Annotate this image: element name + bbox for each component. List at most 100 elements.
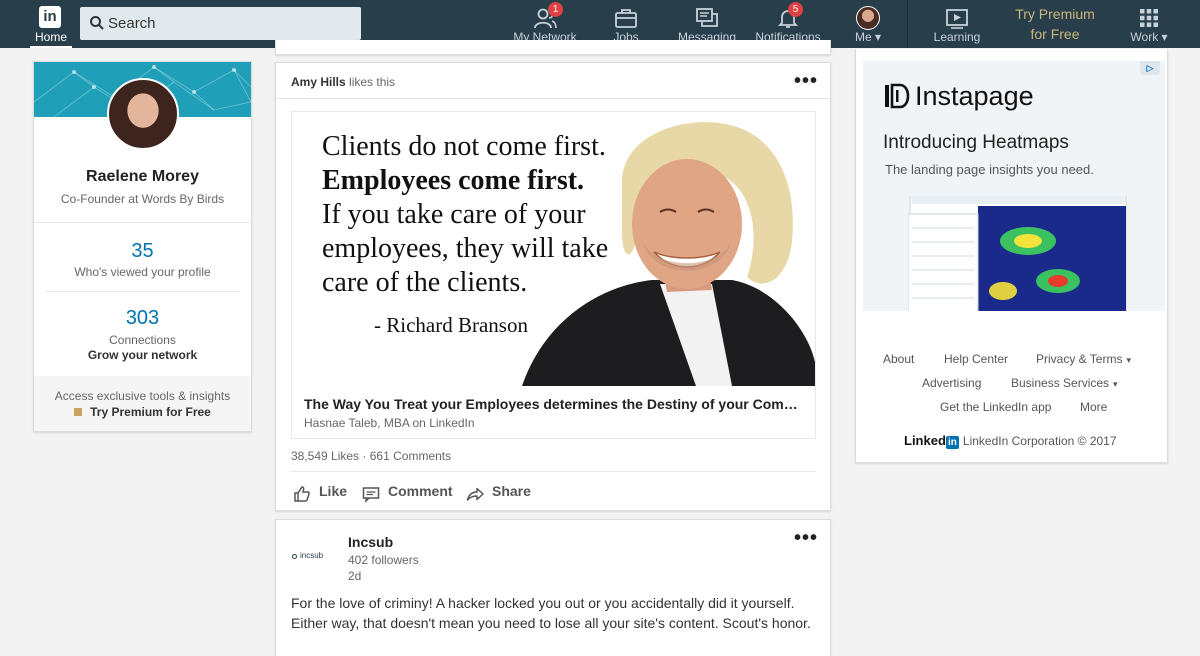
divider — [291, 471, 816, 472]
quote-line-5: care of the clients. — [322, 267, 528, 298]
footer-link-about[interactable]: About — [883, 352, 914, 366]
footer-link-privacy-terms-label: Privacy & Terms — [1036, 352, 1123, 366]
profile-name[interactable]: Raelene Morey — [34, 168, 251, 186]
quote-line-3: If you take care of your — [322, 199, 586, 230]
play-video-icon — [946, 9, 968, 29]
article-source: Hasnae Taleb, MBA on LinkedIn — [304, 416, 475, 430]
network-badge: 1 — [548, 2, 563, 17]
likes-count[interactable]: 38,549 Likes — [291, 449, 359, 463]
linkedin-wordmark: Linked — [904, 433, 946, 448]
image-quote: Clients do not come first. Employees com… — [322, 130, 652, 342]
sponsored-ad[interactable]: ▷ Instapage Introducing Heatmaps The lan… — [863, 61, 1165, 311]
social-context: Amy Hills likes this — [291, 75, 395, 89]
comments-count[interactable]: 661 Comments — [370, 449, 451, 463]
footer-link-privacy-terms[interactable]: Privacy & Terms ▾ — [1036, 352, 1131, 366]
premium-upsell[interactable]: Access exclusive tools & insights Try Pr… — [34, 376, 251, 431]
ad-headline: Introducing Heatmaps — [883, 132, 1069, 153]
linkedin-in-icon: in — [945, 436, 959, 449]
feed-post: incsub Incsub 402 followers 2d ••• For t… — [275, 519, 831, 656]
instapage-logo-icon — [883, 82, 911, 110]
quote-line-2: Employees come first. — [322, 165, 585, 196]
premium-line-1: Try Premium — [1015, 6, 1095, 22]
heatmap-screenshot — [908, 196, 1127, 311]
like-label: Like — [319, 483, 348, 499]
copyright-text: LinkedIn Corporation © 2017 — [962, 434, 1117, 448]
company-logo[interactable]: incsub — [292, 548, 338, 564]
nav-learning[interactable]: Learning — [926, 0, 988, 48]
ad-brand: Instapage — [883, 81, 1034, 112]
post-options-button[interactable]: ••• — [794, 71, 818, 91]
company-name[interactable]: Incsub — [348, 534, 393, 550]
linkedin-copyright: Linked in LinkedIn Corporation © 2017 — [904, 433, 1117, 449]
post-options-button[interactable]: ••• — [794, 528, 818, 548]
liker-name[interactable]: Amy Hills — [291, 75, 346, 89]
social-counts: 38,549 Likes · 661 Comments — [291, 449, 451, 463]
profile-views-label[interactable]: Who's viewed your profile — [34, 265, 251, 279]
profile-card: Raelene Morey Co-Founder at Words By Bir… — [33, 61, 252, 432]
nav-me[interactable]: Me ▾ — [846, 0, 890, 48]
thumbs-up-icon — [294, 486, 310, 502]
profile-avatar[interactable] — [107, 78, 179, 150]
grow-network-link[interactable]: Grow your network — [34, 348, 251, 362]
ad-brand-name: Instapage — [915, 81, 1034, 111]
search-box[interactable] — [80, 7, 361, 40]
chat-icon — [696, 8, 718, 27]
share-button[interactable]: Share — [466, 483, 538, 503]
connections-count[interactable]: 303 — [34, 307, 251, 330]
post-text: For the love of criminy! A hacker locked… — [291, 595, 811, 631]
profile-views-count[interactable]: 35 — [34, 240, 251, 263]
nav-home-label: Home — [34, 30, 67, 44]
divider — [45, 291, 240, 292]
footer-link-advertising[interactable]: Advertising — [922, 376, 981, 390]
linkedin-logo-icon: in — [39, 6, 61, 28]
nav-home[interactable]: in Home — [30, 0, 72, 48]
notifications-badge: 5 — [788, 2, 803, 17]
chevron-down-icon: ▾ — [1113, 379, 1118, 389]
quote-line-4: employees, they will take — [322, 233, 609, 264]
incsub-logo-icon — [292, 554, 297, 559]
footer-link-get-app[interactable]: Get the LinkedIn app — [940, 400, 1051, 414]
profile-headline: Co-Founder at Words By Birds — [60, 192, 225, 206]
premium-upsell-label: Try Premium for Free — [90, 405, 211, 419]
try-premium-link[interactable]: Try Premium for Free — [1004, 4, 1106, 44]
nav-me-label: Me ▾ — [854, 30, 882, 44]
divider — [34, 222, 251, 223]
ad-subline: The landing page insights you need. — [885, 162, 1094, 177]
briefcase-icon — [615, 9, 637, 28]
nav-learning-label: Learning — [933, 30, 981, 44]
nav-work[interactable]: Work ▾ — [1126, 0, 1172, 48]
nav-work-label: Work ▾ — [1130, 30, 1168, 44]
footer-link-help-center[interactable]: Help Center — [944, 352, 1008, 366]
adchoices-icon[interactable]: ▷ — [1140, 61, 1160, 75]
premium-line-2: for Free — [1030, 26, 1080, 42]
search-input[interactable] — [108, 7, 353, 40]
like-button[interactable]: Like — [293, 483, 353, 503]
footer-link-business-services[interactable]: Business Services ▾ — [1011, 376, 1118, 390]
comment-icon — [362, 487, 380, 503]
shared-article[interactable]: Clients do not come first. Employees com… — [291, 111, 816, 439]
comment-button[interactable]: Comment — [362, 483, 454, 503]
right-rail-card: ▷ Instapage Introducing Heatmaps The lan… — [855, 49, 1168, 463]
divider — [276, 98, 830, 99]
feed-post: Amy Hills likes this ••• Clients do not … — [275, 62, 831, 511]
premium-upsell-text: Access exclusive tools & insights — [54, 389, 231, 403]
share-label: Share — [492, 483, 531, 499]
article-title[interactable]: The Way You Treat your Employees determi… — [304, 396, 804, 412]
article-image[interactable]: Clients do not come first. Employees com… — [292, 112, 815, 386]
footer-link-more[interactable]: More — [1080, 400, 1107, 414]
quote-attribution: - Richard Branson — [374, 313, 528, 337]
search-icon — [90, 16, 104, 30]
premium-upsell-link[interactable]: Try Premium for Free — [34, 405, 251, 419]
post-age: 2d — [348, 569, 362, 583]
grid-icon — [1140, 9, 1158, 27]
nav-divider — [907, 0, 908, 48]
counts-separator: · — [362, 449, 367, 463]
comment-label: Comment — [388, 483, 453, 499]
me-avatar — [856, 6, 880, 30]
liker-action: likes this — [349, 75, 396, 89]
chevron-down-icon: ▾ — [1126, 355, 1131, 365]
quote-line-1: Clients do not come first. — [322, 131, 606, 162]
connections-label[interactable]: Connections — [34, 333, 251, 347]
company-followers: 402 followers — [348, 553, 419, 567]
premium-gold-icon — [74, 408, 83, 416]
